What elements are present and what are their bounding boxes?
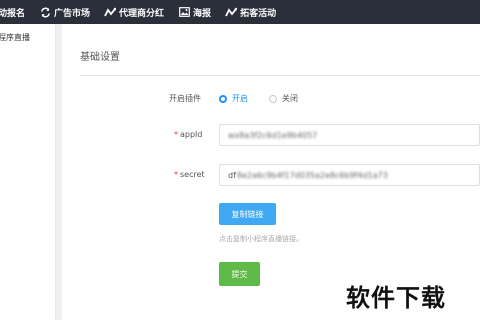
- nav-item-label: 广告市场: [54, 8, 91, 19]
- appid-label-text: appId: [180, 130, 203, 139]
- settings-panel: 基础设置 开启插件 开启 关闭 * appId wx8a3f2c6d1e9b405…: [62, 24, 480, 320]
- appid-input[interactable]: wx8a3f2c6d1e9b4057: [219, 124, 480, 146]
- radio-unchecked-icon: [269, 94, 277, 103]
- secret-prefix: df: [228, 170, 236, 180]
- share-icon: [104, 6, 117, 18]
- radio-enable[interactable]: 开启: [219, 93, 248, 104]
- radio-enable-label: 开启: [232, 94, 248, 103]
- nav-item-label: 拓客活动: [240, 8, 277, 19]
- secret-label: * secret: [174, 170, 205, 179]
- sidebar-item-live-streaming[interactable]: 程序直播: [0, 32, 30, 43]
- submit-button[interactable]: 提交: [219, 262, 260, 286]
- plugin-switch-label: 开启插件: [169, 94, 201, 103]
- nav-item-label: 海报: [193, 8, 212, 19]
- share-icon: [225, 6, 238, 18]
- top-nav: 动报名 广告市场 代理商分红 海报 拓客活动: [0, 0, 480, 24]
- sidebar: 程序直播: [0, 24, 56, 320]
- watermark: 软件下载: [346, 284, 446, 312]
- secret-label-text: secret: [180, 170, 205, 179]
- copy-link-button[interactable]: 复制链接: [219, 203, 276, 225]
- appid-value: wx8a3f2c6d1e9b4057: [228, 130, 318, 140]
- nav-item-event-signup[interactable]: 动报名: [0, 0, 25, 24]
- nav-item-label: 动报名: [0, 8, 26, 19]
- radio-disable[interactable]: 关闭: [269, 93, 298, 104]
- refresh-icon: [39, 6, 51, 18]
- copy-hint: 点击复制小程序直播链接。: [219, 235, 303, 243]
- appid-label: * appId: [174, 130, 203, 139]
- required-mark: *: [174, 130, 178, 139]
- nav-item-ad-market[interactable]: 广告市场: [39, 0, 90, 24]
- secret-input[interactable]: df 8e2a6c9b4f17d035a2e8c6b9f4d1a73: [219, 164, 480, 186]
- required-mark: *: [174, 170, 178, 179]
- radio-checked-icon: [219, 94, 227, 103]
- page-title: 基础设置: [80, 52, 120, 63]
- nav-item-poster[interactable]: 海报: [178, 0, 211, 24]
- divider: [80, 75, 480, 76]
- radio-disable-label: 关闭: [282, 94, 298, 103]
- secret-value: 8e2a6c9b4f17d035a2e8c6b9f4d1a73: [236, 170, 388, 180]
- nav-item-customer-campaign[interactable]: 拓客活动: [225, 0, 276, 24]
- nav-item-agent-dividend[interactable]: 代理商分红: [104, 0, 164, 24]
- nav-item-label: 代理商分红: [119, 8, 165, 19]
- image-icon: [178, 6, 190, 18]
